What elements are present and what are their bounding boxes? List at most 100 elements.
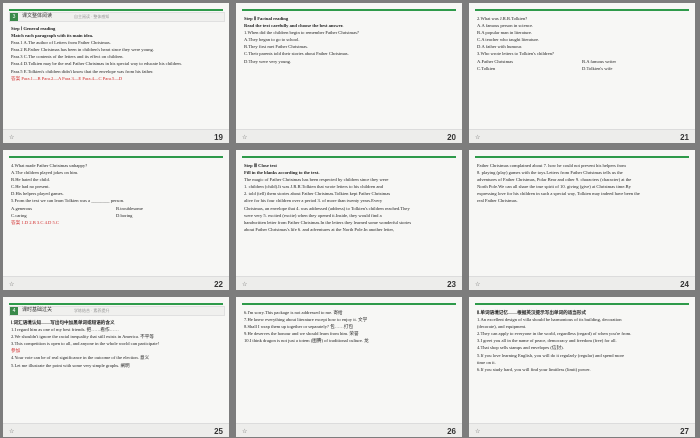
- option-right: D.boring: [116, 212, 133, 218]
- page-number: 25: [214, 427, 223, 436]
- option-left: A.generous: [11, 205, 33, 211]
- text-line: 6.I'm sorry.This package is not addresse…: [244, 310, 343, 315]
- slide-top-rule: [242, 156, 456, 158]
- slide-content: Step Ⅱ Factual reading Read the text care…: [244, 15, 454, 65]
- slide-footer: [3, 276, 229, 290]
- slide-top-rule: [475, 9, 689, 11]
- slide-thumbnail[interactable]: 4.What made Father Christmas unhappy? A.…: [3, 150, 229, 290]
- text-line: 9.He deserves the honour and we should l…: [244, 331, 359, 337]
- text-line: (decorate), and equipment.: [477, 324, 527, 330]
- text-line: 参加: [11, 348, 21, 354]
- text-line: Match each paragraph with its main idea.: [11, 33, 94, 39]
- text-line: 3.I greet you all in the name of peace, …: [477, 338, 617, 344]
- text-line: Para.3 C.The contents of the letters and…: [11, 54, 124, 60]
- slide-top-rule: [475, 156, 689, 158]
- slide-top-rule: [9, 9, 223, 11]
- slide-star-icon: ☆: [475, 282, 481, 288]
- slide-thumbnail[interactable]: Father Christmas complained about 7. how…: [469, 150, 695, 290]
- text-line: B.They first met Father Christmas.: [244, 44, 309, 50]
- text-line: A.Father Christmas B.A famous writer: [477, 58, 687, 65]
- text-line: The magic of Father Christmas has been r…: [244, 177, 389, 183]
- slide-thumbnail[interactable]: Ⅱ.单词语境记忆——根据英汉提示写出单词的适当形式 1.An excellent …: [469, 297, 695, 437]
- slide-footer: [236, 276, 462, 290]
- slide-content: Step Ⅰ General reading Match each paragra…: [11, 25, 221, 82]
- text-line: Para.1 A.The author of Letters from Fath…: [11, 40, 111, 46]
- slide-thumbnail[interactable]: Step Ⅲ Close test Fill in the blanks acco…: [236, 150, 462, 290]
- text-line: 5.Let me illustrate the point with some …: [11, 362, 130, 368]
- slide-star-icon: ☆: [242, 282, 248, 288]
- option-left: C.Tolkien: [477, 65, 496, 71]
- text-line: about Father Christmas's life 6. and adv…: [244, 226, 395, 232]
- slide-thumbnail[interactable]: 6.I'm sorry.This package is not addresse…: [236, 297, 462, 437]
- text-line: 1.When did the children begin to remembe…: [244, 30, 359, 36]
- text-line: 4.What made Father Christmas unhappy?: [11, 163, 88, 168]
- text-line: C.Tolkien D.Tolkien's wife: [477, 65, 687, 72]
- slide-top-rule: [242, 303, 456, 305]
- text-line: Para.2 B.Father Christmas has been in ch…: [11, 47, 154, 53]
- slide-content: Ⅱ.单词语境记忆——根据英汉提示写出单词的适当形式 1.An excellent …: [477, 309, 687, 373]
- slide-star-icon: ☆: [475, 429, 481, 435]
- slide-thumbnail[interactable]: 3 课文整体阅读 自主阅读 · 整体感知 Step Ⅰ General reading…: [3, 3, 229, 143]
- slide-grid: 3 课文整体阅读 自主阅读 · 整体感知 Step Ⅰ General reading…: [0, 0, 700, 438]
- text-line: D.A father with humour.: [477, 44, 523, 50]
- text-line: A.The children played jokes on him.: [11, 170, 79, 176]
- slide-star-icon: ☆: [475, 135, 481, 141]
- slide-star-icon: ☆: [9, 429, 15, 435]
- section-number-badge: 3: [10, 13, 18, 21]
- option-left: A.Father Christmas: [477, 58, 513, 64]
- text-line: 10.I think dragon is not just a totem (图…: [244, 338, 369, 344]
- slide-thumbnail[interactable]: 2.What was J.R.R.Tolkien? A.A famous per…: [469, 3, 695, 143]
- text-line: Father Christmas complained about 7. how…: [477, 163, 626, 168]
- text-line: alive for his four children over a perio…: [244, 198, 383, 204]
- slide-thumbnail[interactable]: 4 课时基础过关 学练结合 · 素养提升 Ⅰ.词汇语境认知——写出句中加黑单词或短语的…: [3, 297, 229, 437]
- section-number-badge: 4: [10, 307, 18, 315]
- slide-content: 2.What was J.R.R.Tolkien? A.A famous per…: [477, 15, 687, 72]
- page-number: 26: [447, 427, 456, 436]
- text-line: A.A famous person in science.: [477, 23, 534, 29]
- text-line: 1. children (child).It was J.R.R.Tolkien…: [244, 184, 383, 190]
- text-line: A.They began to go to school.: [244, 37, 300, 43]
- section-title: 课时基础过关: [22, 308, 53, 313]
- page-number: 24: [680, 280, 689, 289]
- text-line: 4.Your vote can be of real significance …: [11, 355, 150, 361]
- text-line: Para.5 E.Tolkien's children didn't know …: [11, 68, 154, 74]
- text-line: Christmas, an envelope that 4. was addre…: [244, 205, 410, 211]
- text-line: A.generous B.troublesome: [11, 205, 221, 212]
- text-line: C.He had no present.: [11, 184, 50, 190]
- text-line: C.A teacher who taught literature.: [477, 37, 540, 43]
- slide-footer: [469, 423, 695, 437]
- slide-footer: [469, 129, 695, 143]
- section-header: 4 课时基础过关 学练结合 · 素养提升: [9, 306, 225, 316]
- text-line: 2. told (tell) them stories about Father…: [244, 191, 391, 197]
- slide-content: Ⅰ.词汇语境认知——写出句中加黑单词或短语的含义 1.I regard him a…: [11, 319, 221, 369]
- text-line: B.He hated the child.: [11, 177, 50, 183]
- text-line: 1.An excellent design of villa should be…: [477, 317, 622, 323]
- text-line: 2.What was J.R.R.Tolkien?: [477, 16, 528, 21]
- option-right: D.Tolkien's wife: [582, 65, 613, 71]
- text-line: expressing love for his children in such…: [477, 191, 640, 197]
- slide-top-rule: [475, 303, 689, 305]
- slide-star-icon: ☆: [9, 282, 15, 288]
- text-line: C.Their parents told their stories about…: [244, 51, 349, 57]
- slide-footer: [236, 423, 462, 437]
- text-line: Step Ⅰ General reading: [11, 26, 56, 31]
- text-line: 答案 Para.1—B Para.2—A Para.3—E Para.4—C P…: [11, 75, 123, 81]
- slide-top-rule: [9, 156, 223, 158]
- text-line: 2.They can apply to everyone in the worl…: [477, 331, 632, 337]
- text-line: time on it.: [477, 359, 496, 365]
- slide-footer: [469, 276, 695, 290]
- text-line: 8. playing (play) games with the toys.Le…: [477, 170, 623, 176]
- slide-thumbnail[interactable]: Step Ⅱ Factual reading Read the text care…: [236, 3, 462, 143]
- section-subtitle: 学练结合 · 素养提升: [74, 308, 110, 313]
- text-line: Read the text carefully and choose the b…: [244, 23, 344, 29]
- text-line: 5.From the text we can learn Tolkien was…: [11, 198, 125, 204]
- section-title: 课文整体阅读: [22, 14, 53, 19]
- text-line: 3.This competition is open to all, and a…: [11, 341, 160, 347]
- text-line: 4.That shop sells stamps and envelopes (…: [477, 345, 564, 351]
- text-line: D.They were very young.: [244, 58, 292, 64]
- text-line: 7.He knew everything about literature ex…: [244, 317, 368, 323]
- text-line: 1.I regard him as one of my best friends…: [11, 327, 119, 333]
- slide-footer: [3, 423, 229, 437]
- slide-content: Step Ⅲ Close test Fill in the blanks acco…: [244, 162, 454, 233]
- slide-top-rule: [242, 9, 456, 11]
